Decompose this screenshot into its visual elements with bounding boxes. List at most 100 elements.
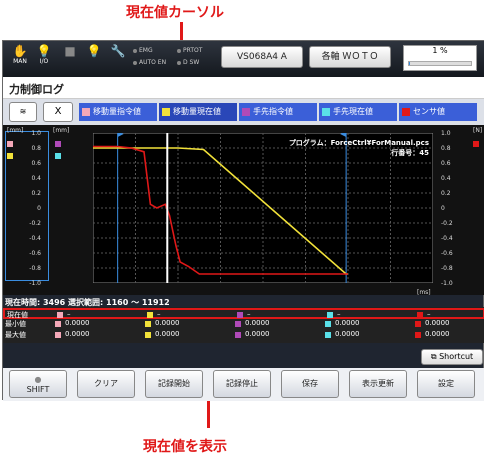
app-screen: ✋ MAN 💡 I/O ■ 💡 🔧 EMG PRTOT AUTO EN D SW V… [2,40,484,401]
value-swatch [325,332,331,338]
func-button-label: SHIFT [26,385,50,394]
value-cell: 0.0000 [65,330,90,338]
values-row-label: 最大値 [5,331,26,339]
speed-percent[interactable]: 1 % [403,45,477,71]
legend-label: センサ値 [413,107,445,116]
y-tick-left: -0.6 [29,250,41,257]
values-row: 最小値 0.0000 0.0000 0.0000 0.0000 0.0000 [3,319,484,330]
func-button-3[interactable]: 記録開始 [145,370,203,398]
y-tick-right: -0.2 [441,220,453,227]
shortcut-icon: ⧉ [430,352,440,361]
bulb-icon[interactable]: 💡 [83,44,105,74]
y-tick-right: -1.0 [441,280,453,287]
annotation-current-cursor: 現在値カーソル [126,5,224,21]
axis-swatch [473,141,479,147]
axis-swatch [55,153,61,159]
legend-swatch [162,108,170,116]
func-button-1[interactable]: ● SHIFT [9,370,67,398]
legend-item-3[interactable]: 手先指令値 [239,103,317,121]
y-tick-right: 0.4 [441,175,451,182]
value-swatch [417,312,423,318]
y-tick-left: 0.2 [31,190,41,197]
y-tick-left: 0.4 [31,175,41,182]
legend-item-5[interactable]: センサ値 [399,103,477,121]
value-swatch [325,321,331,327]
log-chart[interactable]: 2000400060008000100001200014000プログラム：For… [93,133,433,283]
right-unit: [N] [473,127,483,134]
status-auto-en: AUTO EN [133,59,166,66]
legend-swatch [242,108,250,116]
func-button-label: 記録開始 [158,379,190,388]
close-button[interactable]: X [43,102,73,122]
axis-swatch [7,141,13,147]
value-cell: 0.0000 [335,330,360,338]
value-cell: – [247,310,251,318]
axis-swatch [55,141,61,147]
func-button-4[interactable]: 記録停止 [213,370,271,398]
legend-item-4[interactable]: 手先現在値 [319,103,397,121]
page-title: 力制御ログ [3,77,484,99]
y-tick-right: -0.6 [441,250,453,257]
chart-icon-button[interactable]: ≋ [9,102,37,122]
legend-label: 手先指令値 [253,107,293,116]
values-table: 現在値 – – – – – 最小値 0.0000 0.0000 0.0000 0.0000 0.000… [3,307,484,343]
value-cell: – [427,310,431,318]
y-tick-right: 0.6 [441,160,451,167]
legend-bar: ≋ X 移動量指令値 移動量現在値 手先指令値 手先現在値 センサ値 [3,99,484,125]
func-button-label: 保存 [302,379,318,388]
func-button-2[interactable]: クリア [77,370,135,398]
y-tick-right: 0 [441,205,445,212]
values-row: 最大値 0.0000 0.0000 0.0000 0.0000 0.0000 [3,330,484,341]
y-tick-right: -0.8 [441,265,453,272]
value-cell: 0.0000 [155,319,180,327]
value-cell: 0.0000 [335,319,360,327]
value-cell: – [337,310,341,318]
value-cell: 0.0000 [245,330,270,338]
axis-swatch [7,153,13,159]
value-swatch [235,321,241,327]
values-row: 現在値 – – – – – [3,308,484,319]
program-button[interactable]: VS068A4 A [221,46,303,68]
shortcut-button[interactable]: ⧉ Shortcut [421,349,483,365]
y-tick-left: 0 [37,205,41,212]
y-tick-left: 1.0 [31,130,41,137]
func-button-6[interactable]: 表示更新 [349,370,407,398]
shift-indicator-icon: ● [34,375,42,384]
axis-button[interactable]: 各軸 ＷＯＴＯ [309,46,391,68]
wrench-icon[interactable]: 🔧 [107,44,129,74]
legend-label: 移動量現在値 [173,107,221,116]
value-cell: – [157,310,161,318]
value-swatch [55,321,61,327]
func-button-label: 記録停止 [226,379,258,388]
legend-item-2[interactable]: 移動量現在値 [159,103,237,121]
func-button-7[interactable]: 設定 [417,370,475,398]
value-swatch [327,312,333,318]
value-cell: – [67,310,71,318]
top-toolbar: ✋ MAN 💡 I/O ■ 💡 🔧 EMG PRTOT AUTO EN D SW V… [3,41,484,77]
man-icon[interactable]: ✋ MAN [9,44,31,74]
line-number: 行番号：45 [390,148,429,157]
value-swatch [55,332,61,338]
annotation-show-value: 現在値を表示 [143,439,227,455]
func-button-5[interactable]: 保存 [281,370,339,398]
value-cell: 0.0000 [65,319,90,327]
y-tick-left: 0.8 [31,145,41,152]
value-swatch [145,332,151,338]
left2-unit: [mm] [53,127,70,134]
speed-percent-fill [409,62,410,65]
y-tick-right: 0.8 [441,145,451,152]
program-name: プログラム：ForceCtrl¥ForManual.pcs [289,138,429,147]
value-swatch [415,321,421,327]
y-tick-left: -0.2 [29,220,41,227]
legend-item-1[interactable]: 移動量指令値 [79,103,157,121]
legend-label: 移動量指令値 [93,107,141,116]
values-row-label: 最小値 [5,320,26,328]
value-swatch [237,312,243,318]
value-swatch [145,321,151,327]
func-button-label: 表示更新 [362,379,394,388]
y-tick-right: -0.4 [441,235,453,242]
stop-icon[interactable]: ■ [59,44,81,74]
io-icon[interactable]: 💡 I/O [33,44,55,74]
status-dsw: D SW [177,59,199,66]
legend-swatch [322,108,330,116]
